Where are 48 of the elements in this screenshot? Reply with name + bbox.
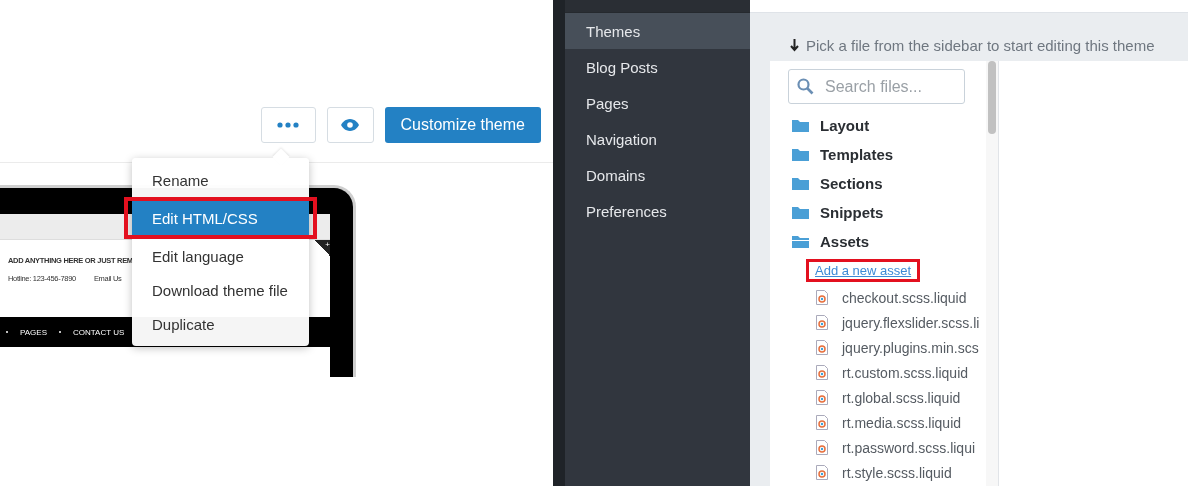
file-item[interactable]: rt.media.scss.liquid [788,410,986,435]
file-item[interactable]: rt.global.scss.liquid [788,385,986,410]
hint-text: Pick a file from the sidebar to start editing this theme [806,36,1155,54]
add-asset-link[interactable]: Add a new asset [806,259,921,282]
file-item[interactable]: rt.style.scss.liquid [788,460,986,485]
folder-icon [792,177,809,190]
sidebar-item[interactable]: Pages [565,85,750,121]
more-button[interactable] [260,107,316,143]
preview-button[interactable] [326,107,374,143]
sidebar-item[interactable]: Domains [565,157,750,193]
file-item[interactable]: jquery.plugins.min.scs [788,335,986,360]
file-icon [816,340,828,355]
file-icon [816,440,828,455]
file-item[interactable]: jquery.flexslider.scss.li [788,310,986,335]
folder-item[interactable]: Sections [788,169,986,198]
file-icon [816,415,828,430]
sidebar-item[interactable]: Navigation [565,121,750,157]
more-icon [277,122,299,128]
eye-icon [341,119,359,131]
file-icon [816,315,828,330]
folder-item[interactable]: Snippets [788,198,986,227]
folder-item[interactable]: Templates [788,140,986,169]
customize-theme-button[interactable]: Customize theme [384,107,541,143]
sidebar-item[interactable]: Preferences [565,193,750,229]
menu-item[interactable]: Rename [132,163,309,197]
folder-icon [792,119,809,132]
menu-item[interactable]: Duplicate [132,307,309,341]
sidebar-item[interactable]: Themes [565,13,750,49]
file-icon [816,365,828,380]
file-item[interactable]: checkout.scss.liquid [788,285,986,310]
sidebar-item[interactable]: Blog Posts [565,49,750,85]
file-icon [816,465,828,480]
menu-item[interactable]: Edit HTML/CSS [132,201,309,235]
file-icon [816,290,828,305]
search-icon [797,78,814,95]
search-field[interactable]: Search files... [788,69,965,104]
folder-icon [792,206,809,219]
file-item[interactable]: rt.custom.scss.liquid [788,360,986,385]
open-folder-icon [792,235,809,248]
file-item[interactable]: rt.password.scss.liqui [788,435,986,460]
folder-icon [792,148,809,161]
menu-item[interactable]: Edit language [132,239,309,273]
file-icon [816,390,828,405]
menu-item[interactable]: Download theme file [132,273,309,307]
down-arrow-icon [790,38,799,52]
scrollbar-thumb[interactable] [988,61,996,134]
folder-item[interactable]: Assets [788,227,986,256]
folder-item[interactable]: Layout [788,111,986,140]
